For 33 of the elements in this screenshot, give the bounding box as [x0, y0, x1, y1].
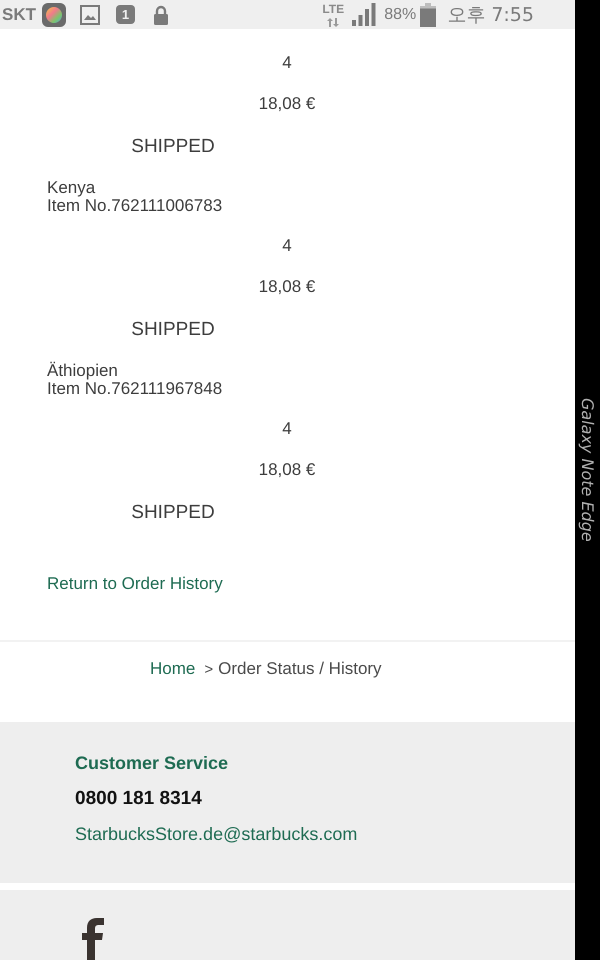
- product-name: Kenya: [47, 179, 96, 197]
- signal-icon: [352, 3, 376, 26]
- product-name: Äthiopien: [47, 362, 118, 380]
- breadcrumb-link[interactable]: Home: [150, 659, 196, 678]
- price: 18,08 €: [258, 460, 316, 479]
- return-link[interactable]: Return to Order History: [47, 574, 223, 593]
- data-arrows-icon: [327, 18, 340, 26]
- item-number: Item No.762111006783: [47, 197, 222, 215]
- app-icon: [42, 2, 66, 26]
- network-type: LTE: [322, 2, 344, 14]
- quantity: 4: [282, 419, 292, 438]
- breadcrumb-separator: >: [204, 661, 214, 678]
- breadcrumb-current: Order Status / History: [218, 659, 382, 678]
- shipping-status: SHIPPED: [131, 136, 215, 157]
- shipping-status: SHIPPED: [131, 502, 215, 523]
- clock-time: 오후 7:55: [447, 4, 534, 26]
- facebook-icon[interactable]: [82, 918, 104, 960]
- shipping-status: SHIPPED: [131, 319, 215, 340]
- quantity: 4: [282, 236, 292, 255]
- email-link[interactable]: StarbucksStore.de@starbucks.com: [75, 824, 358, 844]
- notification-badge: 1: [116, 5, 135, 24]
- phone-number: 0800 181 8314: [75, 788, 202, 809]
- price: 18,08 €: [258, 94, 316, 113]
- quantity: 4: [282, 53, 292, 72]
- footer-heading: Customer Service: [75, 753, 228, 773]
- device-label: Galaxy Note Edge: [578, 398, 597, 542]
- battery-icon: [420, 2, 436, 26]
- image-icon: [80, 4, 100, 24]
- lock-icon: [153, 4, 169, 24]
- carrier-name: SKT: [2, 6, 36, 24]
- item-number: Item No.762111967848: [47, 380, 222, 398]
- price: 18,08 €: [258, 277, 316, 296]
- battery-percentage: 88%: [384, 6, 416, 24]
